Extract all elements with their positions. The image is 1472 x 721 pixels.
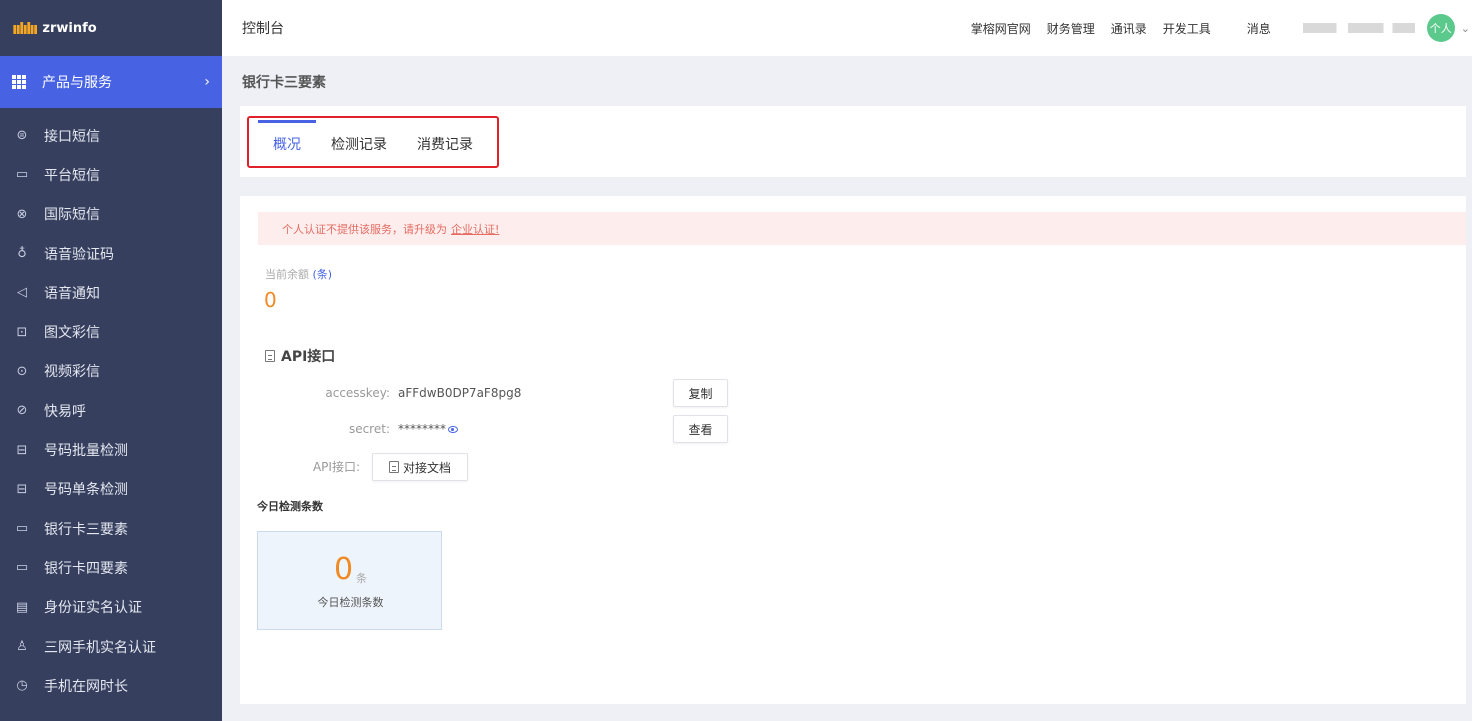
sidebar-item-label: 三网手机实名认证 <box>44 639 156 656</box>
play-icon: ⊙ <box>16 363 28 379</box>
today-count-value: 0 <box>334 552 354 587</box>
sidebar-item-batch-check[interactable]: ⊟ 号码批量检测 <box>0 430 222 469</box>
api-title-text: API接口 <box>281 349 336 365</box>
secret-value: ******** <box>398 422 446 436</box>
sidebar-item-phone-verify[interactable]: ♙ 三网手机实名认证 <box>0 627 222 666</box>
logo-mark-icon: ıılılıı <box>12 18 38 38</box>
api-doc-label: API接口: <box>312 460 360 474</box>
view-button[interactable]: 查看 <box>673 415 728 443</box>
clock-icon: ◷ <box>16 678 28 694</box>
balance-value: 0 <box>264 288 277 312</box>
card-icon: ▭ <box>15 521 29 537</box>
sidebar-item-id-verify[interactable]: ▤ 身份证实名认证 <box>0 588 222 627</box>
balance-unit: (条) <box>312 268 333 281</box>
api-doc-button[interactable]: 对接文档 <box>372 453 468 481</box>
secret-value-wrap: ******** <box>398 422 458 436</box>
header-title: 控制台 <box>242 21 284 37</box>
nav-link-finance[interactable]: 财务管理 <box>1047 20 1095 37</box>
sidebar-group-products[interactable]: 产品与服务 › <box>0 56 222 108</box>
today-count-unit: 条 <box>356 572 367 585</box>
sidebar: ıılılıı zrwinfo 产品与服务 › ⊜ 接口短信 ▭ 平台短信 ⊗ 国际短… <box>0 0 222 721</box>
balance-label-text: 当前余额 <box>265 268 309 281</box>
sidebar-item-intl-sms[interactable]: ⊗ 国际短信 <box>0 195 222 234</box>
user-icon: ♙ <box>16 639 28 654</box>
sidebar-item-image-mms[interactable]: ⊡ 图文彩信 <box>0 312 222 351</box>
accesskey-label: accesskey: <box>325 386 390 400</box>
sidebar-item-label: 接口短信 <box>44 128 100 145</box>
message-icon: ▭ <box>15 167 29 183</box>
avatar[interactable]: 个人 <box>1426 14 1455 42</box>
secret-label: secret: <box>348 422 390 436</box>
sidebar-item-api-sms[interactable]: ⊜ 接口短信 <box>0 116 222 155</box>
sidebar-item-label: 语音验证码 <box>44 246 114 263</box>
sidebar-item-label: 国际短信 <box>44 207 100 224</box>
content-card: 个人认证不提供该服务，请升级为 企业认证! 当前余额 (条) 0 API接口 a… <box>240 196 1466 704</box>
logo[interactable]: ıılılıı zrwinfo <box>0 0 222 56</box>
sidebar-item-voice-code[interactable]: ♁ 语音验证码 <box>0 234 222 273</box>
scan-icon: ⊟ <box>16 481 28 497</box>
top-nav: 掌榕网官网 财务管理 通讯录 开发工具 消息 个人 ⌄ <box>955 0 1472 56</box>
grid-icon <box>12 75 26 89</box>
nav-link-official-site[interactable]: 掌榕网官网 <box>971 20 1031 37</box>
card-icon: ▭ <box>15 560 29 576</box>
sidebar-item-label: 银行卡三要素 <box>44 521 128 538</box>
microphone-icon: ♁ <box>17 246 27 262</box>
sidebar-item-label: 图文彩信 <box>44 325 100 342</box>
sidebar-item-bankcard-three[interactable]: ▭ 银行卡三要素 <box>0 509 222 548</box>
api-section-title: API接口 <box>265 346 335 366</box>
call-icon: ⊘ <box>16 403 28 419</box>
document-icon <box>388 461 399 473</box>
sidebar-item-label: 平台短信 <box>44 167 100 184</box>
sidebar-item-bankcard-four[interactable]: ▭ 银行卡四要素 <box>0 548 222 587</box>
sidebar-item-label: 银行卡四要素 <box>44 560 128 577</box>
sidebar-item-label: 手机在网时长 <box>44 678 128 695</box>
api-doc-button-label: 对接文档 <box>402 460 451 475</box>
tabs-card: 概况 检测记录 消费记录 <box>240 106 1466 177</box>
balance-label: 当前余额 (条) <box>265 266 332 282</box>
top-header: 控制台 掌榕网官网 财务管理 通讯录 开发工具 消息 个人 ⌄ <box>222 0 1472 56</box>
sidebar-item-label: 视频彩信 <box>44 364 100 381</box>
document-icon <box>265 350 275 362</box>
enterprise-auth-link[interactable]: 企业认证! <box>451 221 499 237</box>
sidebar-menu: ⊜ 接口短信 ▭ 平台短信 ⊗ 国际短信 ♁ 语音验证码 ◁ 语音通知 ⊡ 图文彩信 ⊙ 视频… <box>0 108 222 705</box>
today-count-label: 今日检测条数 <box>257 500 323 513</box>
sidebar-item-quick-call[interactable]: ⊘ 快易呼 <box>0 391 222 430</box>
auth-alert: 个人认证不提供该服务，请升级为 企业认证! <box>258 212 1466 245</box>
image-icon: ⊡ <box>16 324 28 340</box>
sidebar-item-video-mms[interactable]: ⊙ 视频彩信 <box>0 352 222 391</box>
sidebar-item-voice-notice[interactable]: ◁ 语音通知 <box>0 273 222 312</box>
sidebar-item-online-duration[interactable]: ◷ 手机在网时长 <box>0 666 222 705</box>
scan-icon: ⊟ <box>16 442 28 458</box>
sidebar-item-single-check[interactable]: ⊟ 号码单条检测 <box>0 470 222 509</box>
sidebar-item-label: 号码批量检测 <box>44 443 128 460</box>
sidebar-item-label: 语音通知 <box>44 285 100 302</box>
today-count-caption: 今日检测条数 <box>317 596 384 609</box>
accesskey-value: aFFdwB0DP7aF8pg8 <box>398 386 522 400</box>
sidebar-item-platform-sms[interactable]: ▭ 平台短信 <box>0 155 222 194</box>
nav-link-contacts[interactable]: 通讯录 <box>1111 20 1147 37</box>
sidebar-group-label: 产品与服务 <box>42 75 112 91</box>
chevron-down-icon[interactable]: ⌄ <box>1461 22 1470 35</box>
sidebar-item-label: 身份证实名认证 <box>44 600 142 617</box>
messages-link[interactable]: 消息 <box>1247 20 1271 37</box>
nav-link-dev-tools[interactable]: 开发工具 <box>1163 20 1211 37</box>
globe-icon: ⊗ <box>16 206 28 222</box>
page-title: 银行卡三要素 <box>242 75 326 91</box>
logo-text: zrwinfo <box>42 20 97 36</box>
chevron-right-icon: › <box>204 74 210 90</box>
sidebar-item-label: 号码单条检测 <box>44 482 128 499</box>
username-redacted <box>1302 23 1415 33</box>
chat-bubble-icon: ⊜ <box>16 128 28 144</box>
sidebar-item-label: 快易呼 <box>44 403 86 420</box>
tabs-highlight-box <box>247 116 499 168</box>
speaker-icon: ◁ <box>17 285 27 301</box>
eye-icon[interactable] <box>448 426 458 433</box>
copy-button[interactable]: 复制 <box>673 379 728 407</box>
id-card-icon: ▤ <box>15 599 29 615</box>
alert-text: 个人认证不提供该服务，请升级为 <box>282 222 447 236</box>
today-count-card: 0 条 今日检测条数 <box>257 531 442 630</box>
